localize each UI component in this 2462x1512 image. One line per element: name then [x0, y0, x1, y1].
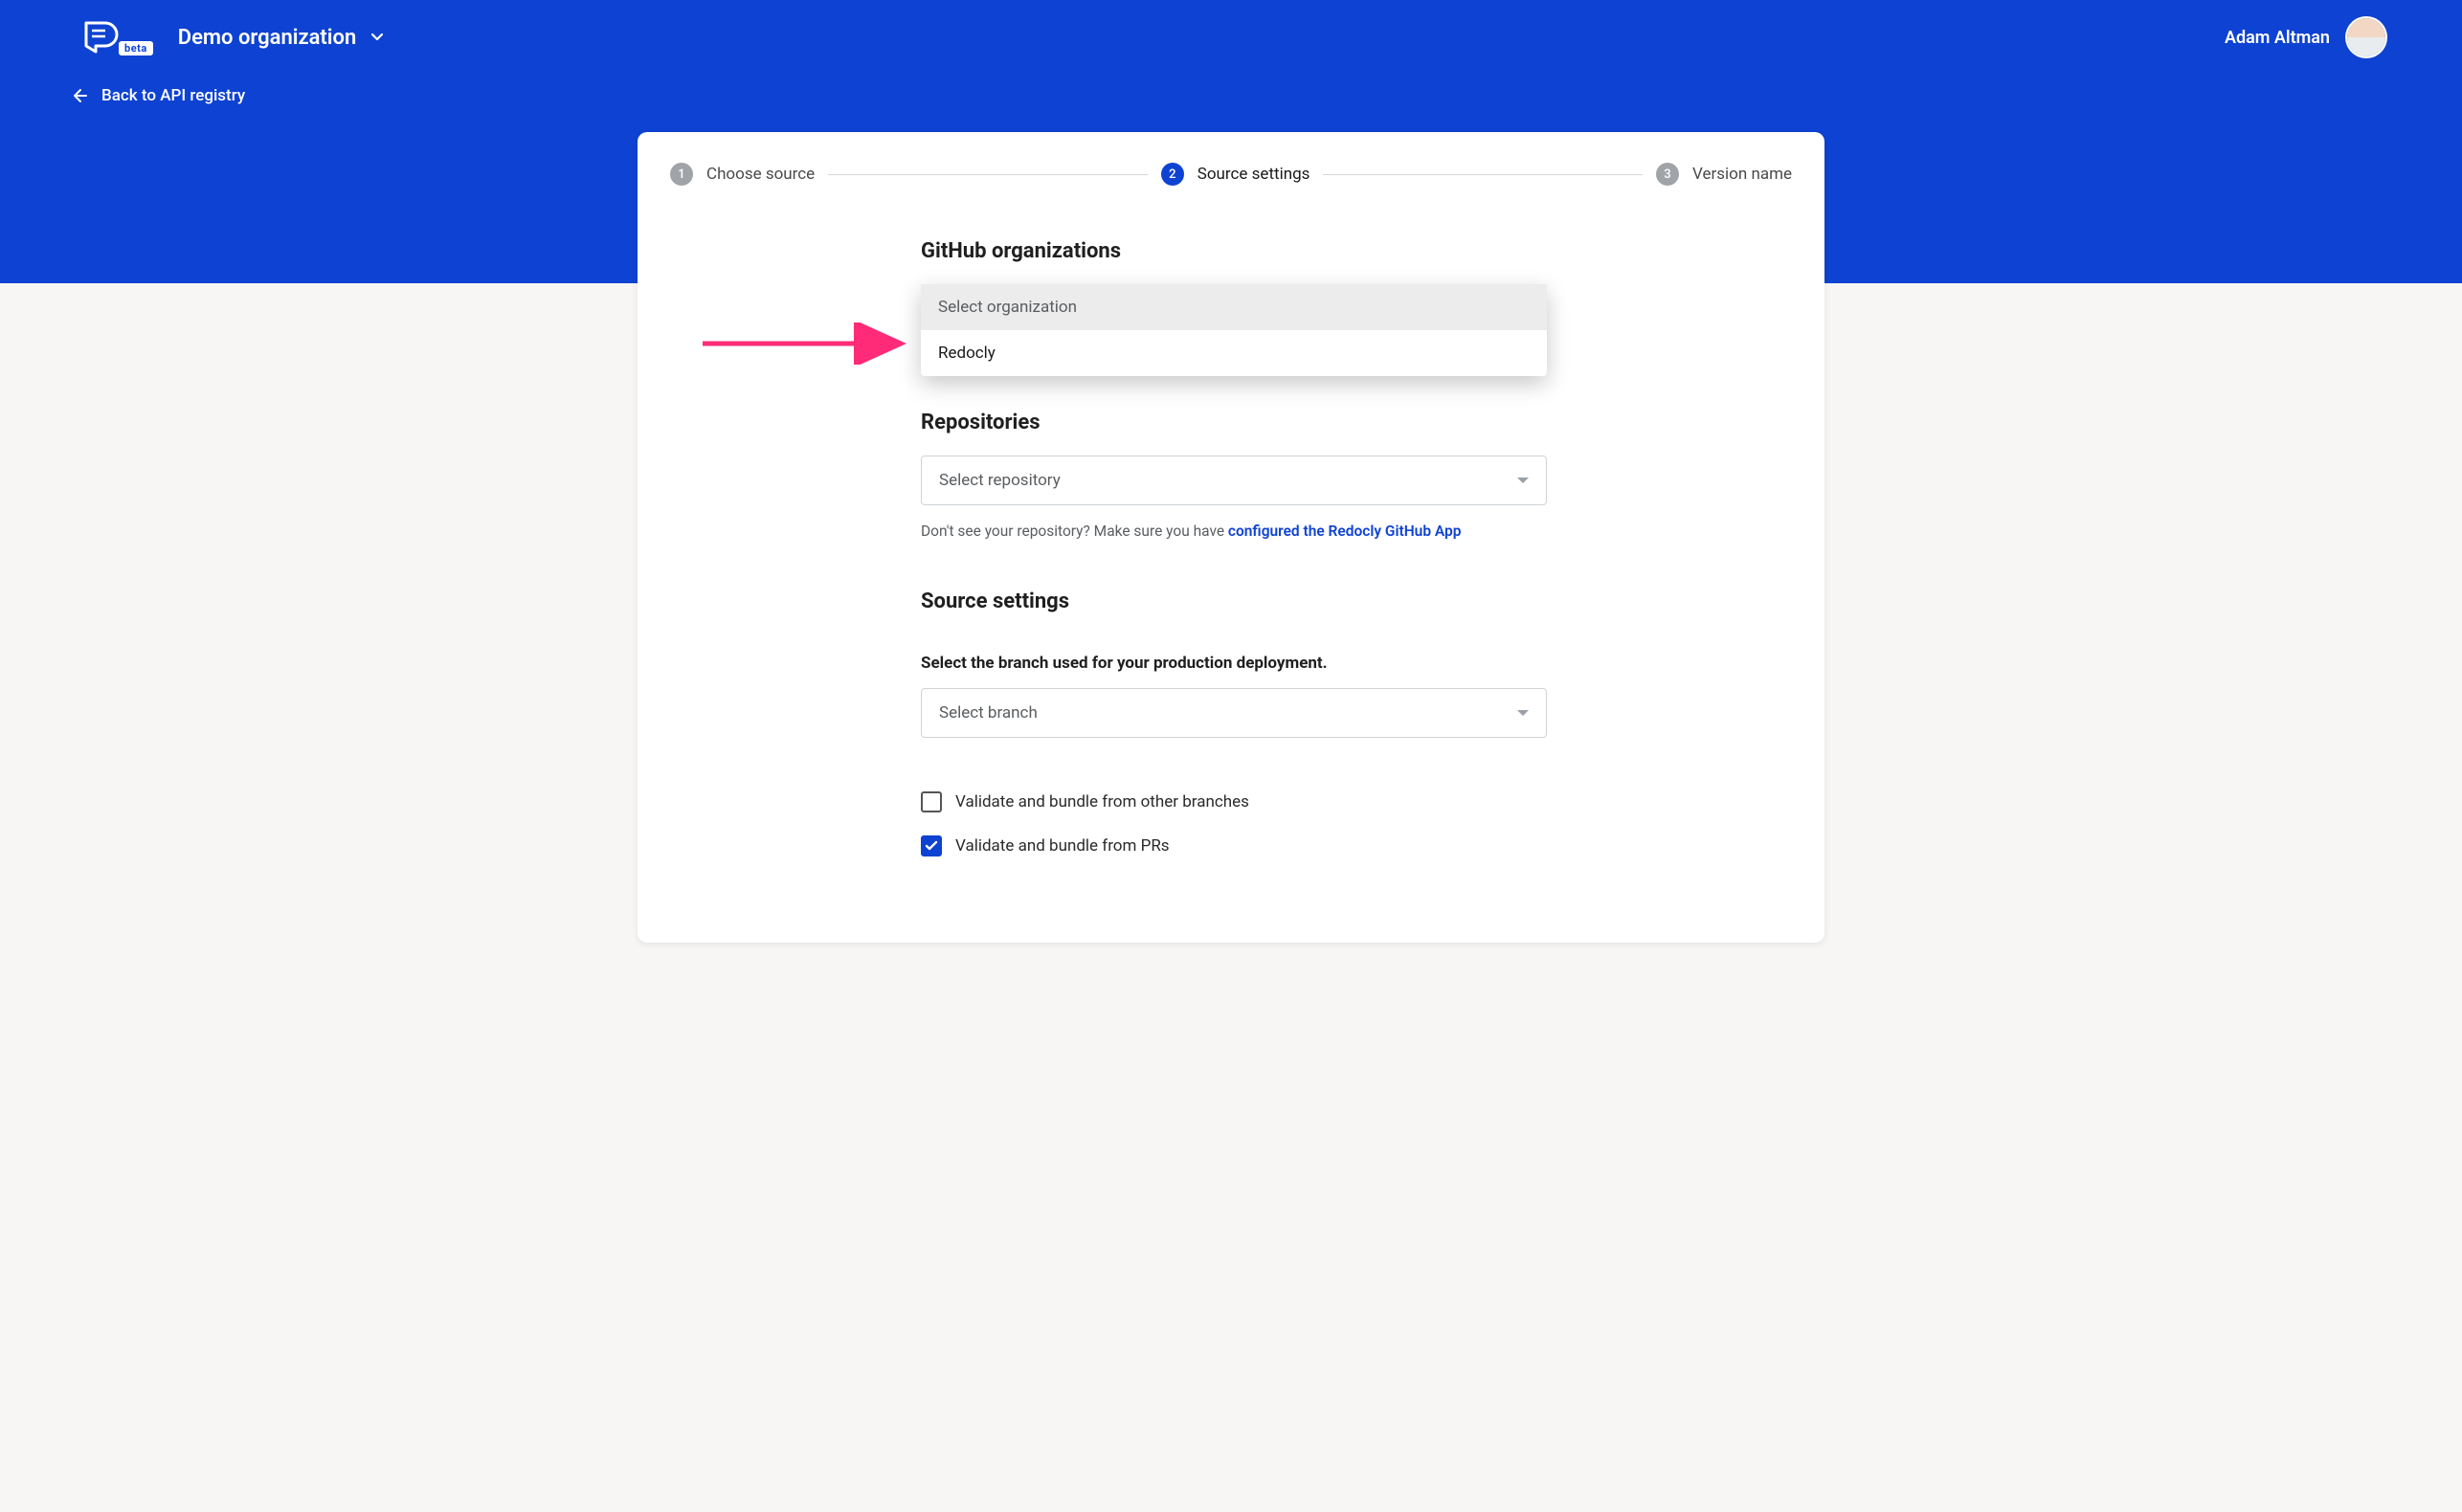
repo-select[interactable]: Select repository	[921, 456, 1547, 505]
stepper-line	[1323, 174, 1643, 175]
org-switcher[interactable]: Demo organization	[178, 26, 385, 50]
redocly-logo-icon	[80, 17, 121, 57]
orgs-heading: GitHub organizations	[921, 239, 1547, 263]
arrow-left-icon	[69, 86, 88, 105]
checkbox-box	[921, 835, 942, 856]
step-label: Choose source	[706, 165, 815, 184]
stepper: 1 Choose source 2 Source settings 3 Vers…	[670, 163, 1792, 186]
checkbox-box	[921, 791, 942, 812]
beta-badge: beta	[119, 41, 153, 56]
brand-logo[interactable]: beta	[80, 17, 153, 57]
checkbox-label: Validate and bundle from PRs	[955, 836, 1170, 856]
repo-help-prefix: Don't see your repository? Make sure you…	[921, 523, 1228, 540]
org-select[interactable]: Select organization Redocly	[921, 284, 1547, 376]
annotation-arrow-icon	[699, 322, 919, 365]
chevron-down-icon	[369, 30, 385, 45]
branch-select[interactable]: Select branch	[921, 688, 1547, 738]
org-option-redocly[interactable]: Redocly	[921, 330, 1547, 376]
org-name: Demo organization	[178, 26, 356, 50]
checkbox-other-branches[interactable]: Validate and bundle from other branches	[921, 791, 1547, 812]
step-number: 2	[1161, 163, 1184, 186]
top-bar: beta Demo organization Adam Altman	[0, 0, 2462, 69]
org-select-placeholder: Select organization	[921, 284, 1547, 330]
stepper-line	[828, 174, 1148, 175]
caret-down-icon	[1517, 478, 1529, 483]
checkbox-prs[interactable]: Validate and bundle from PRs	[921, 835, 1547, 856]
back-link-label: Back to API registry	[101, 86, 245, 105]
repo-select-placeholder: Select repository	[939, 471, 1061, 490]
wizard-card: 1 Choose source 2 Source settings 3 Vers…	[638, 132, 1824, 943]
branch-instruction: Select the branch used for your producti…	[921, 654, 1547, 673]
repo-help-text: Don't see your repository? Make sure you…	[921, 523, 1547, 540]
step-label: Version name	[1692, 165, 1792, 184]
caret-down-icon	[1517, 710, 1529, 716]
step-version-name[interactable]: 3 Version name	[1656, 163, 1792, 186]
step-source-settings[interactable]: 2 Source settings	[1161, 163, 1310, 186]
branch-select-placeholder: Select branch	[939, 703, 1038, 723]
configure-app-link[interactable]: configured the Redocly GitHub App	[1228, 523, 1462, 540]
repos-heading: Repositories	[921, 411, 1547, 434]
step-number: 1	[670, 163, 693, 186]
step-label: Source settings	[1197, 165, 1310, 184]
checkbox-label: Validate and bundle from other branches	[955, 792, 1249, 812]
user-menu[interactable]: Adam Altman	[2225, 18, 2385, 56]
back-link[interactable]: Back to API registry	[69, 86, 245, 105]
settings-heading: Source settings	[921, 589, 1547, 613]
avatar	[2347, 18, 2385, 56]
user-name: Adam Altman	[2225, 28, 2330, 48]
step-choose-source[interactable]: 1 Choose source	[670, 163, 815, 186]
step-number: 3	[1656, 163, 1679, 186]
